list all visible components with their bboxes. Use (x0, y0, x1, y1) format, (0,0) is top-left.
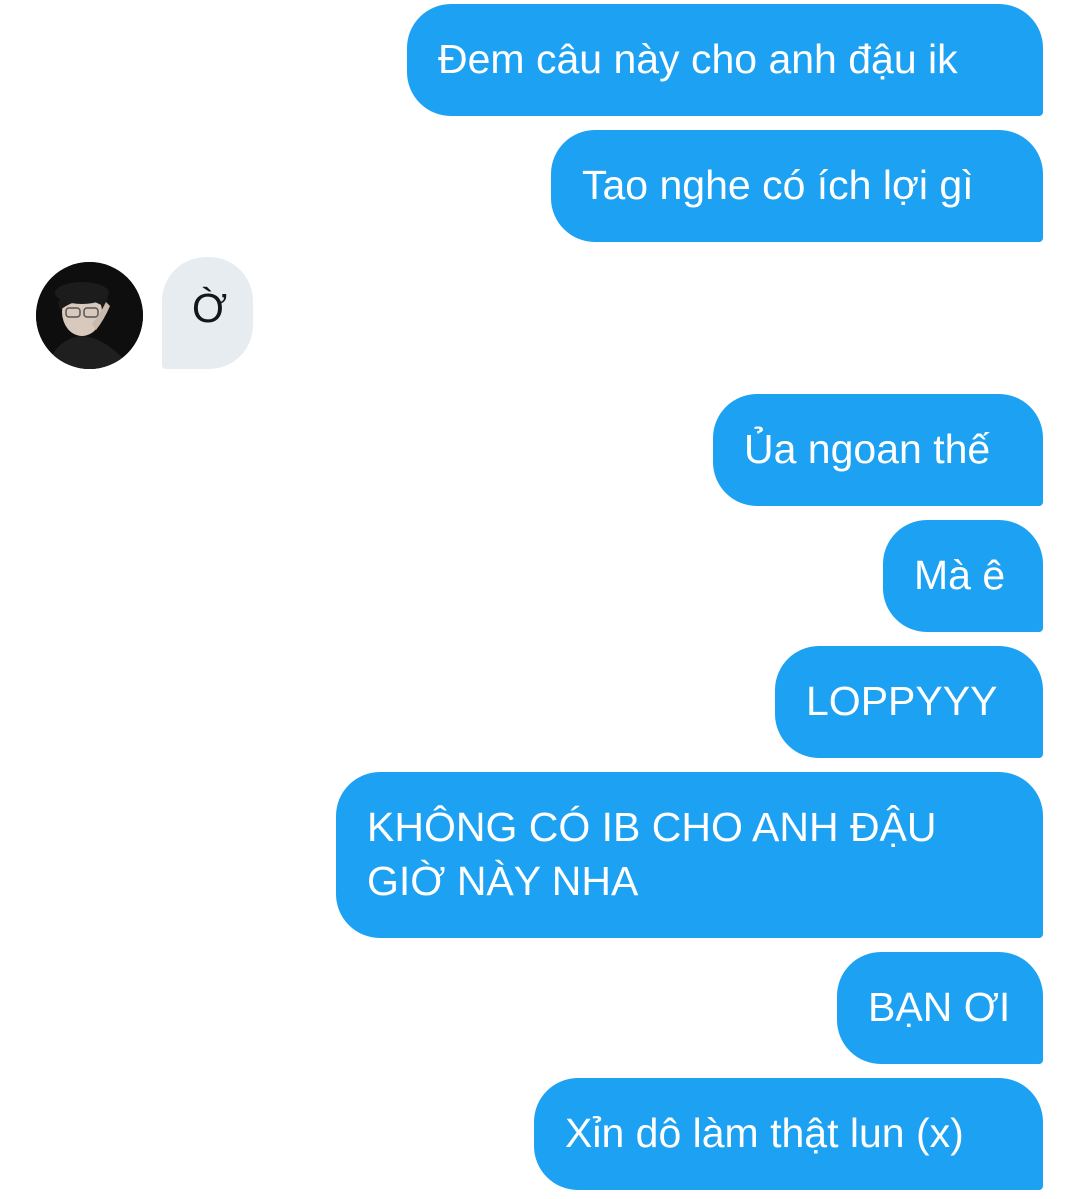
message-bubble-received[interactable]: Ờ (162, 257, 253, 369)
message-thread: Đem câu này cho anh đậu ik Tao nghe có í… (0, 0, 1080, 1199)
message-bubble-sent[interactable]: Tao nghe có ích lợi gì (551, 130, 1043, 242)
message-bubble-sent[interactable]: LOPPYYY (775, 646, 1043, 758)
message-bubble-sent[interactable]: KHÔNG CÓ IB CHO ANH ĐẬU GIỜ NÀY NHA (336, 772, 1043, 938)
message-bubble-sent[interactable]: Ủa ngoan thế (713, 394, 1043, 506)
message-text: Xỉn dô làm thật lun (x) (565, 1110, 964, 1156)
message-text: Mà ê (914, 552, 1006, 598)
message-text: Tao nghe có ích lợi gì (582, 162, 974, 208)
message-bubble-sent[interactable]: Đem câu này cho anh đậu ik (407, 4, 1043, 116)
message-text: Đem câu này cho anh đậu ik (438, 36, 958, 82)
message-text: KHÔNG CÓ IB CHO ANH ĐẬU GIỜ NÀY NHA (367, 804, 937, 904)
message-bubble-sent[interactable]: Mà ê (883, 520, 1043, 632)
message-bubble-sent[interactable]: BẠN ƠI (837, 952, 1043, 1064)
message-text: LOPPYYY (806, 678, 998, 724)
message-text: Ủa ngoan thế (744, 426, 991, 472)
avatar-image (36, 262, 143, 369)
message-text: Ờ (192, 285, 228, 331)
user-avatar[interactable] (36, 262, 143, 369)
message-bubble-sent[interactable]: Xỉn dô làm thật lun (x) (534, 1078, 1043, 1190)
message-text: BẠN ƠI (868, 984, 1011, 1030)
